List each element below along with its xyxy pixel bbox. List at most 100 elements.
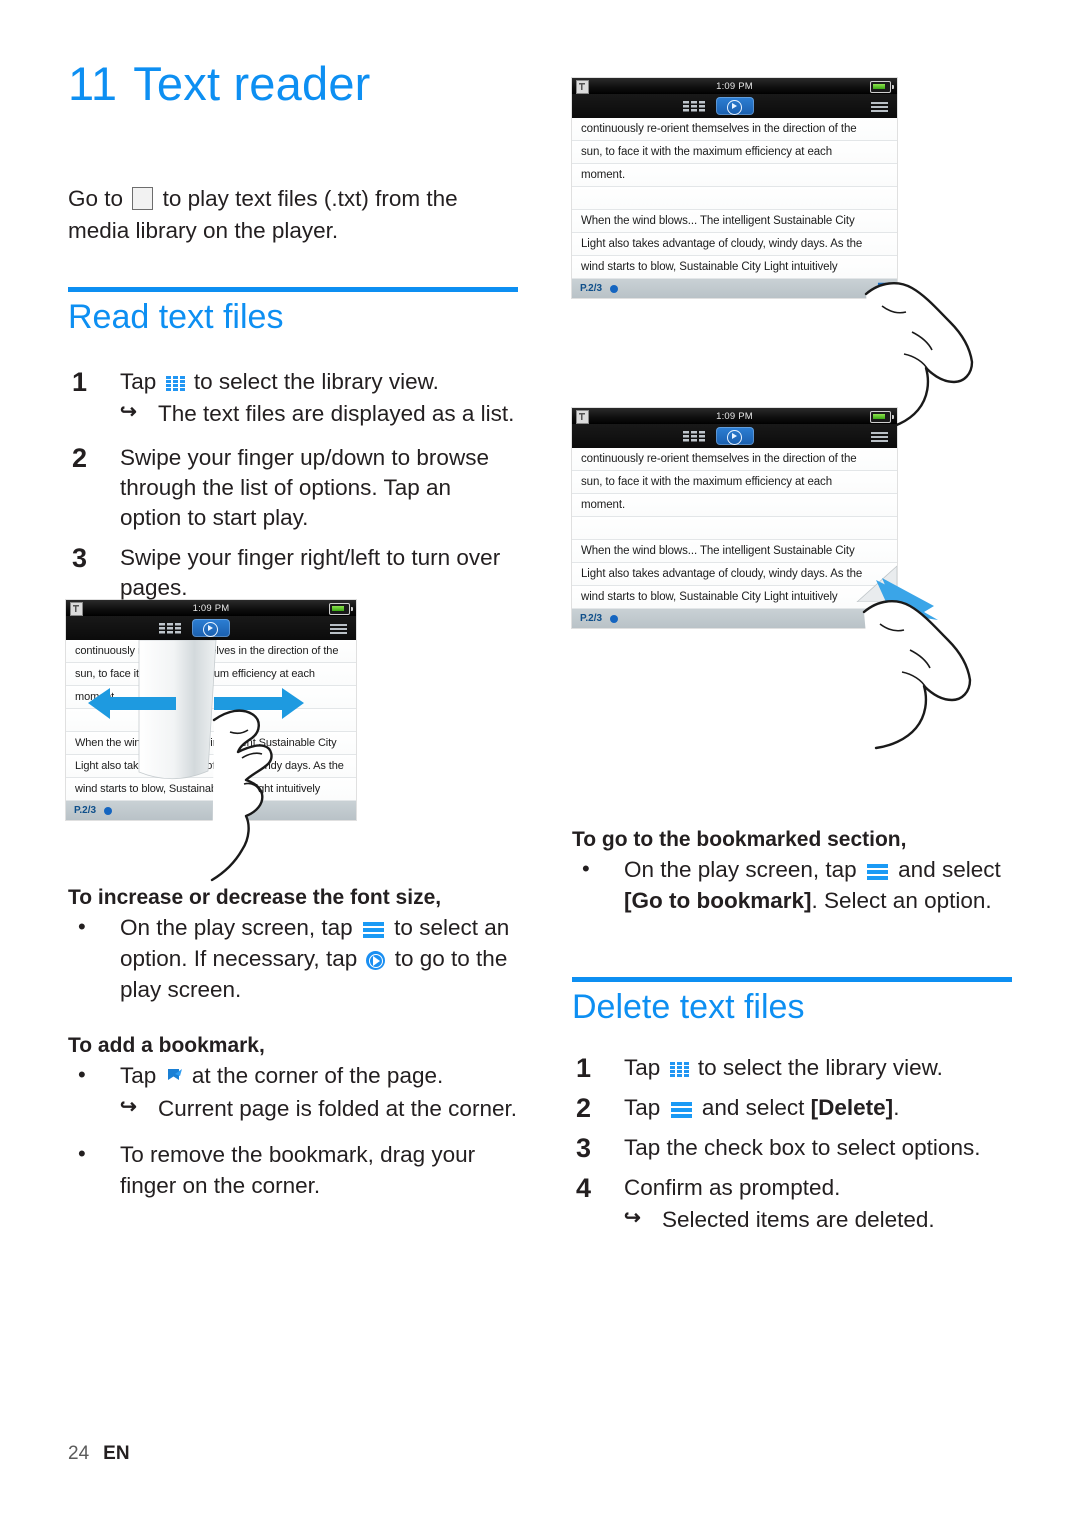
step-text-post: and select xyxy=(701,1094,805,1120)
text-line: Light also takes advantage of cloudy, wi… xyxy=(572,233,897,256)
menu-icon[interactable] xyxy=(330,624,347,634)
step-text-pre: Tap xyxy=(624,1055,661,1081)
step-item: 4 Confirm as prompted. ↪ Selected items … xyxy=(572,1173,1012,1235)
device-screenshot-bookmark-tap: 1:09 PM continuously re-orient themselve… xyxy=(572,78,974,432)
text-line-content: moment. xyxy=(581,169,626,181)
swipe-left-arrow xyxy=(88,688,176,719)
step-text-post: to select the library view. xyxy=(697,1055,943,1081)
step-item: 1 Tap to select the library view. xyxy=(572,1053,1012,1083)
hand-illustration xyxy=(210,709,273,882)
step-item: 2 Swipe your finger up/down to browse th… xyxy=(68,443,518,533)
text-file-status-icon xyxy=(576,410,589,424)
goto-bookmark-bullets: • On the play screen, tap and select [Go… xyxy=(572,855,1012,917)
page-title: 11 Text reader xyxy=(68,60,518,107)
step-text-pre: Swipe your finger right/left to turn ove… xyxy=(120,544,501,600)
step-number: 3 xyxy=(72,542,88,573)
step-number: 3 xyxy=(576,1132,592,1163)
chapter-number: 11 xyxy=(68,57,118,110)
step-number: 1 xyxy=(576,1053,592,1084)
section-rule-delete xyxy=(572,976,1012,982)
text-line: wind starts to blow, Sustainable City Li… xyxy=(572,256,897,279)
left-column: 11 Text reader Go to to play text files (… xyxy=(68,60,518,602)
page-indicator: P.2/3 xyxy=(580,613,603,624)
play-screen-button[interactable] xyxy=(715,97,754,115)
text-file-status-icon xyxy=(70,602,83,616)
delete-steps-list: 1 Tap to select the library view. 2 Tap … xyxy=(572,1053,1012,1235)
menu-icon xyxy=(362,922,384,939)
bullet-icon: • xyxy=(582,856,590,882)
result-arrow-icon: ↪ xyxy=(120,1095,137,1118)
library-grid-icon[interactable] xyxy=(682,101,705,113)
text-line-content: Light also takes advantage of cloudy, wi… xyxy=(581,238,863,250)
bookmark-dot-icon xyxy=(610,614,619,623)
device-text-body: continuously re-orient themselves in the… xyxy=(572,118,897,279)
device-status-bar: 1:09 PM xyxy=(572,78,897,94)
bookmark-bullets: • Tap at the corner of the page. ↪ Curre… xyxy=(68,1061,520,1201)
intro-paragraph: Go to to play text files (.txt) from the… xyxy=(68,183,508,247)
list-item: • Tap at the corner of the page. ↪ Curre… xyxy=(68,1061,520,1124)
step-number: 4 xyxy=(576,1172,592,1203)
bullet-result: ↪ Current page is folded at the corner. xyxy=(120,1094,520,1124)
play-screen-button[interactable] xyxy=(715,427,754,445)
device-toolbar xyxy=(66,616,356,640)
text-line: moment. xyxy=(572,164,897,187)
text-line-content: When the wind blows... The intelligent S… xyxy=(581,215,855,227)
result-arrow-icon: ↪ xyxy=(624,1206,641,1229)
intro-text-after: to play text files (.txt) from the media… xyxy=(68,186,458,243)
menu-icon[interactable] xyxy=(871,432,888,442)
bookmark-dot-icon xyxy=(610,284,619,293)
folded-corner-illustration xyxy=(856,565,897,602)
step-text-pre: Tap the check box to select options. xyxy=(624,1134,981,1160)
bullet-text-a: On the play screen, tap xyxy=(120,915,353,941)
page-indicator: P.2/3 xyxy=(74,805,97,816)
text-file-status-icon xyxy=(576,80,589,94)
bullet-text-c: . Select an option. xyxy=(811,888,992,914)
hand-illustration xyxy=(862,600,972,750)
device-status-bar: 1:09 PM xyxy=(572,408,897,424)
text-line: continuously re-orient themselves in the… xyxy=(572,118,897,141)
library-grid-icon[interactable] xyxy=(682,431,705,443)
play-icon xyxy=(726,99,742,115)
subhead-font-size: To increase or decrease the font size, xyxy=(68,886,442,909)
step-result: ↪ Selected items are deleted. xyxy=(624,1205,1012,1235)
bullet-text-b: at the corner of the page. xyxy=(191,1063,444,1089)
menu-icon[interactable] xyxy=(871,102,888,112)
library-grid-icon xyxy=(669,1062,689,1078)
status-time: 1:09 PM xyxy=(716,80,753,92)
device-status-bar: 1:09 PM xyxy=(66,600,356,616)
battery-icon xyxy=(870,411,894,423)
library-grid-icon[interactable] xyxy=(159,623,181,635)
list-item: • On the play screen, tap and select [Go… xyxy=(572,855,1012,917)
bullet-text-a: On the play screen, tap xyxy=(624,857,857,883)
bookmark-icon xyxy=(166,1064,183,1082)
step-number: 2 xyxy=(72,442,88,473)
device-footer-bar: P.2/3 xyxy=(572,609,897,628)
section-rule-read xyxy=(68,286,518,292)
bullet-icon: • xyxy=(78,1062,86,1088)
folio-page-number: 24 xyxy=(68,1443,90,1464)
device-screen: 1:09 PM continuously re-orient themselve… xyxy=(572,78,897,298)
device-toolbar xyxy=(572,94,897,118)
play-screen-button[interactable] xyxy=(192,619,230,637)
font-size-bullets: • On the play screen, tap to select an o… xyxy=(68,913,520,1005)
section-title-read: Read text files xyxy=(68,297,284,336)
step-number: 1 xyxy=(72,366,88,397)
text-file-icon xyxy=(132,187,154,210)
step-text-pre: Confirm as prompted. xyxy=(624,1174,841,1200)
library-grid-icon xyxy=(165,375,185,391)
read-steps-list: 1 Tap to select the library view. ↪ The … xyxy=(68,367,518,602)
page-footer: 24 EN xyxy=(68,1443,130,1465)
list-item: • On the play screen, tap to select an o… xyxy=(68,913,520,1005)
text-line: When the wind blows... The intelligent S… xyxy=(572,210,897,233)
bullet-result-text: Current page is folded at the corner. xyxy=(158,1095,517,1121)
chapter-title-text: Text reader xyxy=(133,57,371,110)
device-screenshot-page-turn: 1:09 PM continuously re-orient themselve… xyxy=(66,600,356,882)
play-icon xyxy=(726,429,742,445)
text-line-content: continuously re-orient themselves in the… xyxy=(581,123,857,135)
bullet-icon: • xyxy=(78,1140,86,1166)
status-time: 1:09 PM xyxy=(192,602,230,614)
manual-page: 11 Text reader Go to to play text files (… xyxy=(0,0,1080,1527)
bullet-text-remove: To remove the bookmark, drag your finger… xyxy=(120,1141,476,1198)
step-text-pre: Tap xyxy=(120,368,157,394)
status-time: 1:09 PM xyxy=(716,410,753,422)
